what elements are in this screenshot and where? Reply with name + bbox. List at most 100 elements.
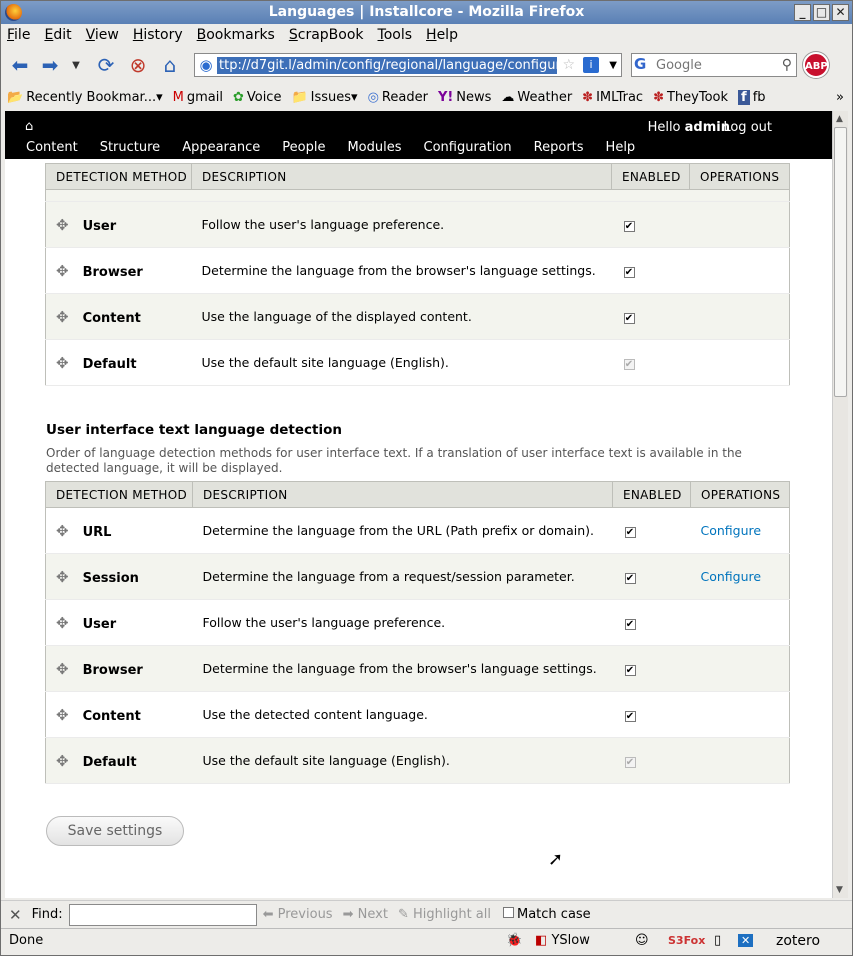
status-text: Done (9, 933, 44, 948)
paw-icon: ✽ (653, 89, 664, 105)
toolbar-help[interactable]: Help (606, 140, 636, 155)
search-icon[interactable]: ⚲ (782, 57, 792, 73)
highlight-all-button[interactable]: ✎ Highlight all (398, 907, 491, 922)
google-engine-icon[interactable]: G (634, 55, 656, 75)
info-icon[interactable]: i (583, 57, 599, 73)
toolbar-people[interactable]: People (282, 140, 325, 155)
arrow-left-icon: ⬅ (262, 907, 274, 922)
close-window-button[interactable]: ✕ (832, 4, 849, 21)
url-dropdown-icon[interactable]: ▼ (609, 60, 617, 71)
header-detection-method: DETECTION METHOD (45, 481, 193, 508)
monkey-icon[interactable]: ☺ (635, 933, 649, 948)
bookmark-news[interactable]: Y! News (438, 90, 491, 105)
home-icon[interactable]: ⌂ (25, 119, 33, 134)
toolbar-structure[interactable]: Structure (100, 140, 160, 155)
drag-handle-icon[interactable]: ✥ (56, 216, 69, 234)
drag-handle-icon[interactable]: ✥ (56, 752, 69, 770)
drag-handle-icon[interactable]: ✥ (56, 262, 69, 280)
menu-bookmarks[interactable]: Bookmarks (197, 27, 275, 43)
url-text[interactable]: ttp://d7git.l/admin/config/regional/lang… (217, 56, 557, 74)
menu-edit[interactable]: Edit (44, 27, 71, 43)
toolbar-modules[interactable]: Modules (347, 140, 401, 155)
firefox-logo-icon (5, 4, 22, 21)
bookmark-gmail[interactable]: Mgmail (173, 90, 223, 105)
maximize-button[interactable]: □ (813, 4, 830, 21)
stop-icon[interactable]: ⊗ (125, 52, 151, 78)
configure-link[interactable]: Configure (701, 523, 762, 538)
bookmark-fb[interactable]: f fb (738, 89, 766, 105)
enabled-checkbox[interactable]: ✔ (624, 573, 636, 584)
search-input[interactable] (656, 57, 764, 73)
firebug-icon[interactable]: 🐞 (506, 933, 522, 948)
enabled-checkbox[interactable]: ✔ (624, 711, 636, 722)
close-find-icon[interactable]: ✕ (9, 906, 22, 924)
toolbar-reports[interactable]: Reports (534, 140, 584, 155)
home-icon[interactable]: ⌂ (157, 52, 183, 78)
s3fox-button[interactable]: S3Fox (668, 934, 705, 947)
scrollbar-thumb[interactable] (834, 127, 847, 397)
menu-view[interactable]: View (86, 27, 119, 43)
enabled-checkbox[interactable]: ✔ (624, 665, 636, 676)
site-identity-icon[interactable]: ◉ (195, 54, 217, 76)
header-enabled: ENABLED (612, 481, 691, 508)
drag-handle-icon[interactable]: ✥ (56, 354, 69, 372)
scroll-down-icon[interactable]: ▼ (836, 885, 843, 895)
facebook-icon: f (738, 89, 750, 105)
drag-handle-icon[interactable]: ✥ (56, 706, 69, 724)
match-case-checkbox[interactable]: Match case (501, 907, 591, 922)
save-settings-button[interactable]: Save settings (46, 816, 184, 846)
bookmark-theytook[interactable]: ✽ TheyTook (653, 90, 728, 105)
browser-window: Languages | Installcore - Mozilla Firefo… (0, 0, 853, 956)
find-next-button[interactable]: ➡ Next (343, 907, 388, 922)
find-label: Find: (31, 907, 63, 922)
find-input[interactable] (68, 903, 257, 926)
bookmark-voice[interactable]: ✿ Voice (233, 90, 282, 105)
adblock-icon[interactable]: ABP (803, 52, 829, 78)
toolbar-configuration[interactable]: Configuration (424, 140, 512, 155)
bookmark-star-icon[interactable]: ☆ (562, 57, 575, 73)
enabled-checkbox[interactable]: ✔ (624, 527, 636, 538)
back-icon[interactable]: ⬅ (7, 52, 33, 78)
bookmark-recently[interactable]: 📂 Recently Bookmar... ▾ (7, 90, 163, 105)
find-previous-button[interactable]: ⬅ Previous (263, 907, 333, 922)
enabled-checkbox[interactable]: ✔ (623, 313, 635, 324)
drag-handle-icon[interactable]: ✥ (56, 568, 69, 586)
bookmark-issues[interactable]: 📁 Issues ▾ (291, 90, 357, 105)
bookmark-imltrac[interactable]: ✽ IMLTrac (582, 90, 643, 105)
url-bar[interactable]: ◉ ttp://d7git.l/admin/config/regional/la… (194, 53, 622, 77)
toolbar-content[interactable]: Content (26, 140, 78, 155)
minimize-button[interactable]: _ (794, 4, 811, 21)
menu-tools[interactable]: Tools (378, 27, 413, 43)
search-bar[interactable]: G ⚲ (631, 53, 797, 77)
bookmarks-overflow-icon[interactable]: » (836, 90, 844, 105)
extension-x-icon[interactable]: ✕ (738, 934, 754, 947)
drag-handle-icon[interactable]: ✥ (56, 614, 69, 632)
arrow-right-icon: ➡ (342, 907, 354, 922)
enabled-checkbox[interactable]: ✔ (623, 267, 635, 278)
configure-link[interactable]: Configure (701, 569, 762, 584)
drag-handle-icon[interactable]: ✥ (56, 522, 69, 540)
forward-icon[interactable]: ➡ (37, 52, 63, 78)
yslow-button[interactable]: ◧ YSlow (535, 933, 590, 948)
zotero-button[interactable]: zotero (776, 933, 820, 949)
menu-scrapbook[interactable]: ScrapBook (289, 27, 364, 43)
menu-help[interactable]: Help (426, 27, 458, 43)
notes-icon[interactable]: ▯ (714, 933, 721, 948)
logout-link[interactable]: Log out (723, 120, 772, 135)
scroll-up-icon[interactable]: ▲ (836, 114, 843, 124)
drag-handle-icon[interactable]: ✥ (56, 308, 69, 326)
header-detection-method: DETECTION METHOD (45, 163, 192, 190)
vertical-scrollbar[interactable]: ▲ ▼ (832, 111, 848, 898)
header-enabled: ENABLED (611, 163, 690, 190)
toolbar-appearance[interactable]: Appearance (182, 140, 260, 155)
section-description: Order of language detection methods for … (46, 446, 742, 475)
enabled-checkbox[interactable]: ✔ (623, 221, 635, 232)
bookmark-reader[interactable]: ◎ Reader (368, 90, 428, 105)
enabled-checkbox[interactable]: ✔ (624, 619, 636, 630)
drag-handle-icon[interactable]: ✥ (56, 660, 69, 678)
reload-icon[interactable]: ⟳ (93, 52, 119, 78)
menu-history[interactable]: History (133, 27, 183, 43)
history-dropdown-icon[interactable]: ▼ (69, 52, 83, 78)
bookmark-weather[interactable]: ☁ Weather (501, 90, 572, 105)
menu-file[interactable]: File (7, 27, 30, 43)
